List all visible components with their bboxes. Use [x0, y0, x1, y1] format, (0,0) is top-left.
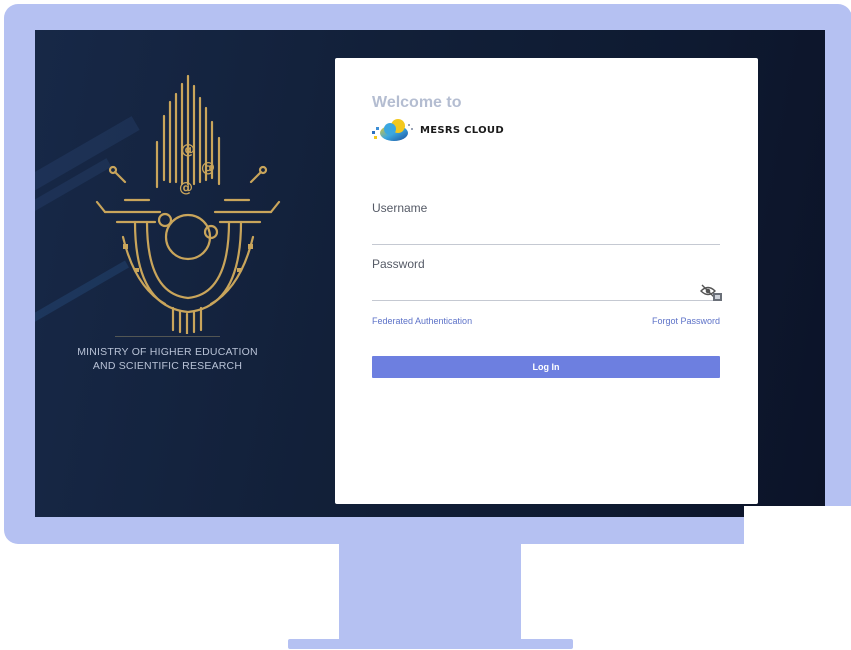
ministry-name-line-2: AND SCIENTIFIC RESEARCH	[92, 360, 243, 372]
username-label: Username	[372, 201, 428, 215]
federated-authentication-link[interactable]: Federated Authentication	[372, 316, 472, 326]
ministry-emblem-icon: @ @ @	[95, 74, 281, 334]
login-card: Welcome to MESRS CLOUD Username Password	[335, 58, 758, 504]
login-button[interactable]: Log In	[372, 356, 720, 378]
brand-name: MESRS CLOUD	[420, 124, 504, 136]
welcome-heading: Welcome to	[372, 94, 462, 111]
monitor-stand-base	[288, 639, 573, 649]
svg-text:@: @	[179, 180, 193, 196]
mesrs-cloud-logo-icon	[372, 119, 413, 141]
monitor-stand-neck	[339, 540, 521, 642]
svg-text:@: @	[201, 160, 215, 176]
eye-slash-icon	[700, 284, 722, 301]
emblem-divider	[115, 336, 220, 337]
svg-text:@: @	[181, 142, 195, 158]
username-input[interactable]	[372, 224, 720, 245]
ministry-name: MINISTRY OF HIGHER EDUCATION AND SCIENTI…	[55, 345, 280, 373]
password-input[interactable]	[372, 280, 720, 301]
frame-corner-patch	[744, 506, 851, 544]
password-label: Password	[372, 257, 425, 271]
password-visibility-toggle[interactable]	[699, 282, 723, 302]
brand-logo: MESRS CLOUD	[372, 116, 504, 144]
forgot-password-link[interactable]: Forgot Password	[652, 316, 720, 326]
ministry-name-line-1: MINISTRY OF HIGHER EDUCATION	[77, 346, 258, 358]
